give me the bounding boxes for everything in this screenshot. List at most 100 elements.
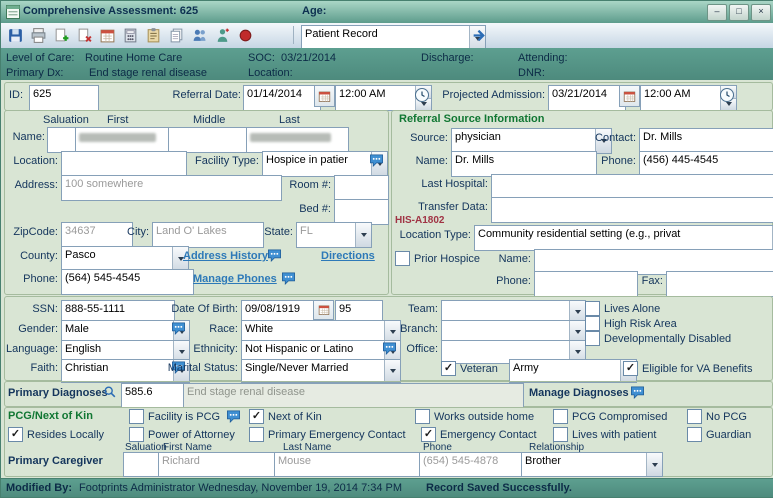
veteran-branch-combo[interactable]: Army (509, 359, 637, 383)
checkbox-box[interactable] (129, 409, 144, 424)
checkbox-box[interactable] (585, 331, 600, 346)
checkbox-box[interactable] (585, 301, 600, 316)
projected-admission-date-field[interactable]: 03/21/2014 (548, 85, 626, 111)
primary-dx-value: End stage renal disease (89, 67, 207, 79)
checkbox-box[interactable] (395, 251, 410, 266)
next-of-kin-label: Next of Kin (268, 411, 322, 423)
primary-emergency-contact-checkbox[interactable]: Primary Emergency Contact (249, 427, 406, 442)
first-name-field[interactable] (75, 127, 173, 153)
checkbox-box[interactable] (421, 427, 436, 442)
primary-diagnoses-label: Primary Diagnoses (8, 387, 108, 399)
middle-name-field[interactable] (168, 127, 251, 153)
prior-hospice-checkbox[interactable]: Prior Hospice (395, 251, 480, 266)
va-benefits-checkbox[interactable]: Eligible for VA Benefits (623, 361, 752, 376)
caregiver-first-name-field[interactable]: Richard (158, 452, 279, 477)
search-icon[interactable] (102, 384, 118, 400)
checkbox-box[interactable] (249, 409, 264, 424)
caregiver-last-name-field[interactable]: Mouse (274, 452, 424, 477)
maximize-button[interactable]: □ (729, 4, 749, 21)
id-field[interactable]: 625 (29, 85, 99, 111)
caregiver-phone-field[interactable]: (654) 545-4878 (419, 452, 526, 477)
checkbox-box[interactable] (129, 427, 144, 442)
referral-time-clock-button[interactable] (412, 85, 432, 105)
checkbox-box[interactable] (441, 361, 456, 376)
chevron-down-icon[interactable] (355, 223, 371, 247)
checkbox-box[interactable] (687, 427, 702, 442)
guardian-checkbox[interactable]: Guardian (687, 427, 751, 442)
power-of-attorney-checkbox[interactable]: Power of Attorney (129, 427, 235, 442)
high-risk-checkbox[interactable]: High Risk Area (585, 316, 677, 331)
caregiver-relationship-combo[interactable]: Brother (521, 452, 663, 477)
address-history-help-icon[interactable] (267, 248, 282, 263)
location-field[interactable] (61, 151, 187, 177)
facility-type-help-icon[interactable] (369, 153, 384, 168)
save-icon[interactable] (5, 25, 26, 46)
projected-admission-calendar-button[interactable] (619, 85, 640, 107)
referral-date-label: Referral Date: (167, 89, 241, 101)
diagnosis-code-field[interactable]: 585.6 (121, 383, 187, 408)
lives-alone-checkbox[interactable]: Lives Alone (585, 301, 660, 316)
referral-date-calendar-button[interactable] (314, 85, 335, 107)
manage-phones-link[interactable]: Manage Phones (193, 273, 277, 285)
checkbox-box[interactable] (8, 427, 23, 442)
go-icon[interactable] (469, 25, 490, 46)
works-outside-home-checkbox[interactable]: Works outside home (415, 409, 534, 424)
users-icon[interactable] (189, 25, 210, 46)
checkbox-box[interactable] (415, 409, 430, 424)
checkbox-box[interactable] (553, 427, 568, 442)
manage-diagnoses-link[interactable]: Manage Diagnoses (529, 387, 629, 399)
checkbox-box[interactable] (553, 409, 568, 424)
resides-locally-checkbox[interactable]: Resides Locally (8, 427, 104, 442)
clipboard-icon[interactable] (143, 25, 164, 46)
address-field[interactable]: 100 somewhere (61, 175, 282, 201)
clinician-icon[interactable] (212, 25, 233, 46)
pcg-compromised-checkbox[interactable]: PCG Compromised (553, 409, 667, 424)
prior-phone-field[interactable] (534, 271, 638, 297)
directions-link[interactable]: Directions (321, 250, 375, 262)
facility-is-pcg-help-icon[interactable] (226, 409, 241, 424)
manage-phones-help-icon[interactable] (281, 271, 296, 286)
chevron-down-icon[interactable] (646, 453, 662, 476)
delete-icon[interactable] (74, 25, 95, 46)
dob-calendar-button[interactable] (313, 300, 334, 320)
transfer-data-field[interactable] (491, 197, 773, 223)
checkbox-box[interactable] (623, 361, 638, 376)
close-button[interactable]: × (751, 4, 771, 21)
caregiver-relationship-value: Brother (525, 455, 561, 467)
room-field[interactable] (334, 175, 389, 201)
salutation-header: Saluation (43, 114, 89, 126)
calculator-icon[interactable] (120, 25, 141, 46)
referral-date-field[interactable]: 01/14/2014 (243, 85, 321, 111)
record-icon[interactable] (235, 25, 256, 46)
checkbox-box[interactable] (585, 316, 600, 331)
prior-fax-field[interactable] (666, 271, 773, 297)
next-of-kin-checkbox[interactable]: Next of Kin (249, 409, 322, 424)
checkbox-box[interactable] (249, 427, 264, 442)
state-combo[interactable]: FL (296, 222, 372, 248)
facility-is-pcg-checkbox[interactable]: Facility is PCG (129, 409, 220, 424)
city-field[interactable]: Land O' Lakes (152, 222, 264, 248)
calendar-icon[interactable] (97, 25, 118, 46)
caregiver-salutation-field[interactable] (123, 452, 163, 477)
location-type-combo[interactable]: Community residential setting (e.g., pri… (474, 225, 773, 251)
address-history-link[interactable]: Address History (183, 250, 268, 262)
documents-icon[interactable] (166, 25, 187, 46)
language-value: English (65, 343, 101, 355)
print-icon[interactable] (28, 25, 49, 46)
lives-with-patient-checkbox[interactable]: Lives with patient (553, 427, 656, 442)
no-pcg-checkbox[interactable]: No PCG (687, 409, 747, 424)
checkbox-box[interactable] (687, 409, 702, 424)
minimize-button[interactable]: – (707, 4, 727, 21)
veteran-checkbox[interactable]: Veteran (441, 361, 498, 376)
developmentally-disabled-checkbox[interactable]: Developmentally Disabled (585, 331, 731, 346)
add-icon[interactable] (51, 25, 72, 46)
marital-status-combo[interactable]: Single/Never Married (241, 359, 401, 383)
emergency-contact-checkbox[interactable]: Emergency Contact (421, 427, 537, 442)
projected-admission-clock-button[interactable] (717, 85, 737, 105)
manage-diagnoses-help-icon[interactable] (630, 385, 645, 400)
last-name-field[interactable] (246, 127, 349, 153)
chevron-down-icon[interactable] (384, 360, 400, 382)
phone-field[interactable]: (564) 545-4545 (61, 269, 194, 295)
resides-locally-label: Resides Locally (27, 429, 104, 441)
attending-label: Attending: (518, 52, 568, 64)
